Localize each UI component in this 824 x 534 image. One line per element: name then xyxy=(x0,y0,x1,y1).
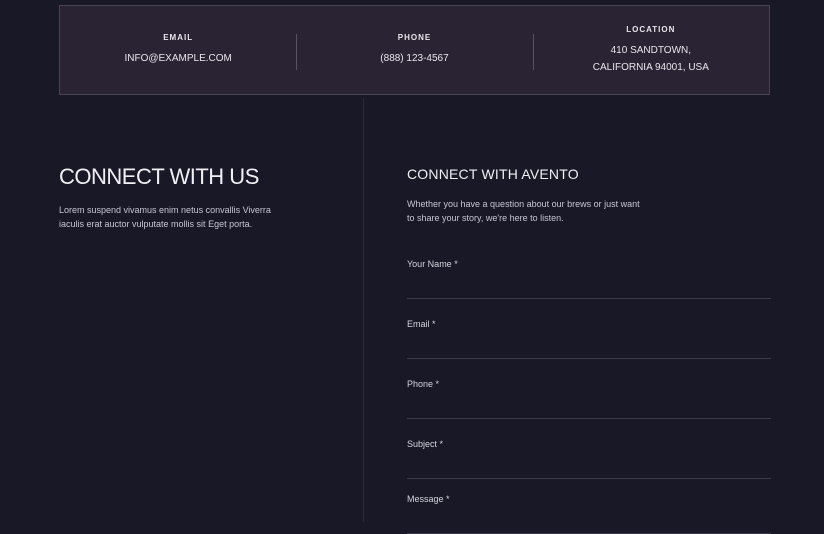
phone-input[interactable] xyxy=(407,397,771,419)
name-field: Your Name * xyxy=(407,259,771,299)
message-input[interactable] xyxy=(407,512,771,534)
location-info-label: LOCATION xyxy=(626,24,676,34)
phone-info: PHONE (888) 123-4567 xyxy=(296,6,532,94)
subject-field-label: Subject * xyxy=(407,439,444,449)
form-title: CONNECT WITH AVENTO xyxy=(407,166,579,182)
email-info-value[interactable]: INFO@EXAMPLE.COM xyxy=(124,50,231,67)
name-input[interactable] xyxy=(407,277,771,299)
name-field-label: Your Name * xyxy=(407,259,458,269)
subject-field: Subject * xyxy=(407,439,771,479)
email-input[interactable] xyxy=(407,337,771,359)
form-intro: Whether you have a question about our br… xyxy=(407,199,640,223)
email-info: EMAIL INFO@EXAMPLE.COM xyxy=(60,6,296,94)
email-field-label: Email * xyxy=(407,319,436,329)
location-info: LOCATION 410 SANDTOWN, CALIFORNIA 94001,… xyxy=(532,6,769,94)
phone-field-label: Phone * xyxy=(407,379,440,389)
email-field: Email * xyxy=(407,319,771,359)
phone-info-value[interactable]: (888) 123-4567 xyxy=(380,50,448,67)
connect-title: CONNECT WITH US xyxy=(59,164,259,189)
phone-field: Phone * xyxy=(407,379,771,419)
phone-info-label: PHONE xyxy=(397,33,432,42)
location-info-value: 410 SANDTOWN, CALIFORNIA 94001, USA xyxy=(592,44,709,73)
message-field-label: Message * xyxy=(407,494,450,504)
message-field: Message * xyxy=(407,494,771,534)
connect-description: Lorem suspend vivamus enim netus convall… xyxy=(59,205,271,229)
contact-info-bar: EMAIL INFO@EXAMPLE.COM PHONE (888) 123-4… xyxy=(59,5,770,95)
section-divider xyxy=(363,98,364,522)
email-info-label: EMAIL xyxy=(163,33,194,42)
subject-input[interactable] xyxy=(407,457,771,479)
